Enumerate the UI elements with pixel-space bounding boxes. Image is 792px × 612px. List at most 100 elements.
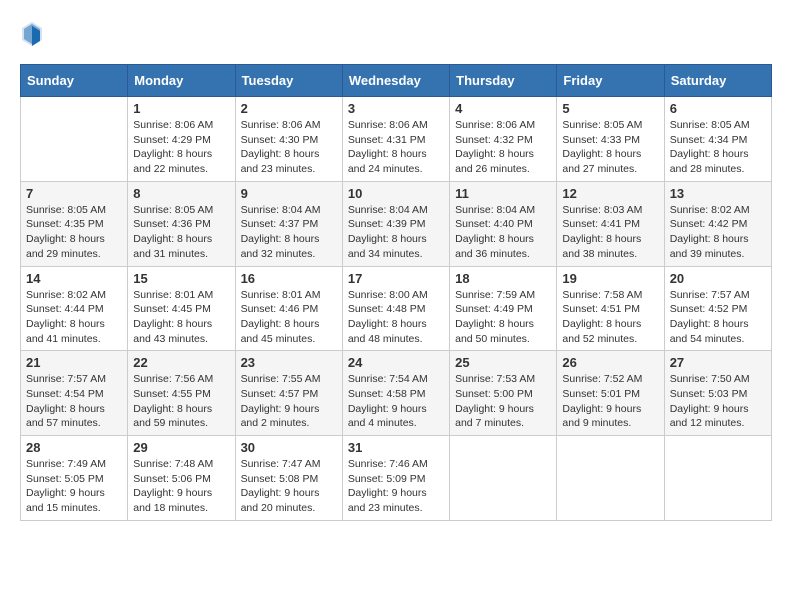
day-number: 23	[241, 355, 337, 370]
calendar-cell: 1 Sunrise: 8:06 AM Sunset: 4:29 PM Daylig…	[128, 97, 235, 182]
calendar-cell: 5 Sunrise: 8:05 AM Sunset: 4:33 PM Daylig…	[557, 97, 664, 182]
calendar-cell: 30 Sunrise: 7:47 AM Sunset: 5:08 PM Dayli…	[235, 436, 342, 521]
calendar-cell: 26Sunrise: 7:52 AM Sunset: 5:01 PM Dayli…	[557, 351, 664, 436]
day-number: 28	[26, 440, 122, 455]
logo	[20, 20, 48, 48]
calendar-cell: 4Sunrise: 8:06 AM Sunset: 4:32 PM Daylig…	[450, 97, 557, 182]
day-number: 24	[348, 355, 444, 370]
day-info: Sunrise: 7:59 AM Sunset: 4:49 PM Dayligh…	[455, 288, 551, 347]
day-number: 8	[133, 186, 229, 201]
calendar-cell: 28 Sunrise: 7:49 AM Sunset: 5:05 PM Dayli…	[21, 436, 128, 521]
day-number: 12	[562, 186, 658, 201]
day-number: 5	[562, 101, 658, 116]
calendar-cell: 22 Sunrise: 7:56 AM Sunset: 4:55 PM Dayli…	[128, 351, 235, 436]
calendar-cell: 15 Sunrise: 8:01 AM Sunset: 4:45 PM Dayli…	[128, 266, 235, 351]
calendar-table: SundayMondayTuesdayWednesdayThursdayFrid…	[20, 64, 772, 521]
page-header	[20, 20, 772, 48]
day-info: Sunrise: 8:05 AM Sunset: 4:34 PM Dayligh…	[670, 118, 766, 177]
calendar-cell	[21, 97, 128, 182]
calendar-cell: 27 Sunrise: 7:50 AM Sunset: 5:03 PM Dayli…	[664, 351, 771, 436]
day-info: Sunrise: 7:52 AM Sunset: 5:01 PM Dayligh…	[562, 372, 658, 431]
day-info: Sunrise: 8:06 AM Sunset: 4:30 PM Dayligh…	[241, 118, 337, 177]
weekday-header-tuesday: Tuesday	[235, 65, 342, 97]
day-number: 20	[670, 271, 766, 286]
day-number: 16	[241, 271, 337, 286]
calendar-cell: 18 Sunrise: 7:59 AM Sunset: 4:49 PM Dayli…	[450, 266, 557, 351]
day-number: 18	[455, 271, 551, 286]
day-info: Sunrise: 8:01 AM Sunset: 4:46 PM Dayligh…	[241, 288, 337, 347]
day-number: 4	[455, 101, 551, 116]
day-info: Sunrise: 7:53 AM Sunset: 5:00 PM Dayligh…	[455, 372, 551, 431]
day-number: 6	[670, 101, 766, 116]
calendar-cell: 7 Sunrise: 8:05 AM Sunset: 4:35 PM Daylig…	[21, 181, 128, 266]
calendar-cell: 14Sunrise: 8:02 AM Sunset: 4:44 PM Dayli…	[21, 266, 128, 351]
calendar-cell	[450, 436, 557, 521]
day-info: Sunrise: 7:56 AM Sunset: 4:55 PM Dayligh…	[133, 372, 229, 431]
day-number: 1	[133, 101, 229, 116]
day-number: 3	[348, 101, 444, 116]
day-info: Sunrise: 8:00 AM Sunset: 4:48 PM Dayligh…	[348, 288, 444, 347]
day-number: 9	[241, 186, 337, 201]
day-info: Sunrise: 8:05 AM Sunset: 4:33 PM Dayligh…	[562, 118, 658, 177]
calendar-cell: 11 Sunrise: 8:04 AM Sunset: 4:40 PM Dayli…	[450, 181, 557, 266]
day-number: 27	[670, 355, 766, 370]
day-info: Sunrise: 7:57 AM Sunset: 4:54 PM Dayligh…	[26, 372, 122, 431]
day-number: 7	[26, 186, 122, 201]
day-info: Sunrise: 8:05 AM Sunset: 4:36 PM Dayligh…	[133, 203, 229, 262]
calendar-cell: 6 Sunrise: 8:05 AM Sunset: 4:34 PM Daylig…	[664, 97, 771, 182]
calendar-cell: 20 Sunrise: 7:57 AM Sunset: 4:52 PM Dayli…	[664, 266, 771, 351]
calendar-cell: 23 Sunrise: 7:55 AM Sunset: 4:57 PM Dayli…	[235, 351, 342, 436]
weekday-header-friday: Friday	[557, 65, 664, 97]
calendar-week-row: 21 Sunrise: 7:57 AM Sunset: 4:54 PM Dayli…	[21, 351, 772, 436]
calendar-cell: 24Sunrise: 7:54 AM Sunset: 4:58 PM Dayli…	[342, 351, 449, 436]
calendar-week-row: 1 Sunrise: 8:06 AM Sunset: 4:29 PM Daylig…	[21, 97, 772, 182]
day-number: 19	[562, 271, 658, 286]
day-info: Sunrise: 8:06 AM Sunset: 4:29 PM Dayligh…	[133, 118, 229, 177]
day-number: 22	[133, 355, 229, 370]
weekday-header-saturday: Saturday	[664, 65, 771, 97]
calendar-cell: 31 Sunrise: 7:46 AM Sunset: 5:09 PM Dayli…	[342, 436, 449, 521]
calendar-week-row: 14Sunrise: 8:02 AM Sunset: 4:44 PM Dayli…	[21, 266, 772, 351]
day-info: Sunrise: 8:06 AM Sunset: 4:31 PM Dayligh…	[348, 118, 444, 177]
day-info: Sunrise: 8:04 AM Sunset: 4:37 PM Dayligh…	[241, 203, 337, 262]
day-info: Sunrise: 7:50 AM Sunset: 5:03 PM Dayligh…	[670, 372, 766, 431]
day-info: Sunrise: 8:05 AM Sunset: 4:35 PM Dayligh…	[26, 203, 122, 262]
calendar-cell: 13Sunrise: 8:02 AM Sunset: 4:42 PM Dayli…	[664, 181, 771, 266]
day-info: Sunrise: 7:48 AM Sunset: 5:06 PM Dayligh…	[133, 457, 229, 516]
day-number: 11	[455, 186, 551, 201]
calendar-cell: 8 Sunrise: 8:05 AM Sunset: 4:36 PM Daylig…	[128, 181, 235, 266]
calendar-cell: 3 Sunrise: 8:06 AM Sunset: 4:31 PM Daylig…	[342, 97, 449, 182]
weekday-header-wednesday: Wednesday	[342, 65, 449, 97]
day-number: 31	[348, 440, 444, 455]
weekday-header-row: SundayMondayTuesdayWednesdayThursdayFrid…	[21, 65, 772, 97]
day-number: 15	[133, 271, 229, 286]
day-number: 30	[241, 440, 337, 455]
calendar-cell: 29Sunrise: 7:48 AM Sunset: 5:06 PM Dayli…	[128, 436, 235, 521]
calendar-cell: 17 Sunrise: 8:00 AM Sunset: 4:48 PM Dayli…	[342, 266, 449, 351]
calendar-cell: 21 Sunrise: 7:57 AM Sunset: 4:54 PM Dayli…	[21, 351, 128, 436]
day-info: Sunrise: 7:49 AM Sunset: 5:05 PM Dayligh…	[26, 457, 122, 516]
weekday-header-monday: Monday	[128, 65, 235, 97]
day-info: Sunrise: 7:57 AM Sunset: 4:52 PM Dayligh…	[670, 288, 766, 347]
weekday-header-thursday: Thursday	[450, 65, 557, 97]
day-info: Sunrise: 7:47 AM Sunset: 5:08 PM Dayligh…	[241, 457, 337, 516]
day-number: 2	[241, 101, 337, 116]
day-info: Sunrise: 8:01 AM Sunset: 4:45 PM Dayligh…	[133, 288, 229, 347]
day-number: 10	[348, 186, 444, 201]
calendar-cell	[664, 436, 771, 521]
day-info: Sunrise: 8:02 AM Sunset: 4:42 PM Dayligh…	[670, 203, 766, 262]
logo-icon	[20, 20, 44, 48]
calendar-cell: 19 Sunrise: 7:58 AM Sunset: 4:51 PM Dayli…	[557, 266, 664, 351]
day-info: Sunrise: 7:55 AM Sunset: 4:57 PM Dayligh…	[241, 372, 337, 431]
day-number: 17	[348, 271, 444, 286]
calendar-cell: 2 Sunrise: 8:06 AM Sunset: 4:30 PM Daylig…	[235, 97, 342, 182]
day-number: 21	[26, 355, 122, 370]
calendar-cell: 12Sunrise: 8:03 AM Sunset: 4:41 PM Dayli…	[557, 181, 664, 266]
calendar-cell	[557, 436, 664, 521]
day-info: Sunrise: 7:46 AM Sunset: 5:09 PM Dayligh…	[348, 457, 444, 516]
day-info: Sunrise: 8:02 AM Sunset: 4:44 PM Dayligh…	[26, 288, 122, 347]
calendar-week-row: 28 Sunrise: 7:49 AM Sunset: 5:05 PM Dayli…	[21, 436, 772, 521]
day-info: Sunrise: 7:58 AM Sunset: 4:51 PM Dayligh…	[562, 288, 658, 347]
day-info: Sunrise: 8:04 AM Sunset: 4:39 PM Dayligh…	[348, 203, 444, 262]
day-info: Sunrise: 8:04 AM Sunset: 4:40 PM Dayligh…	[455, 203, 551, 262]
